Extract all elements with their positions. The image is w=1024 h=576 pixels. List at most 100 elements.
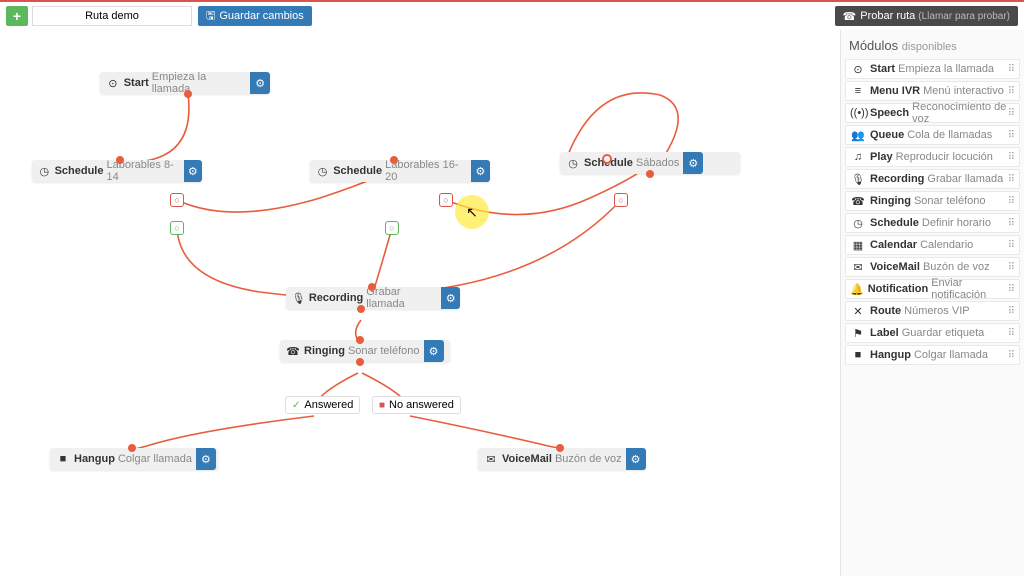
port-in[interactable] — [390, 156, 398, 164]
node-desc: Sábados — [636, 157, 679, 169]
node-desc: Colgar llamada — [118, 453, 192, 465]
port-in[interactable] — [356, 336, 364, 344]
test-sublabel: (Llamar para probar) — [918, 11, 1010, 22]
port-open[interactable]: ○ — [439, 193, 453, 207]
modules-list: ⊙StartEmpieza la llamada⠿≡Menu IVRMenú i… — [845, 59, 1020, 365]
mic-icon: 🎙 — [290, 292, 307, 305]
module-icon: ▦ — [850, 239, 866, 252]
clock-icon: ◷ — [564, 157, 582, 170]
module-icon: 🔔 — [850, 283, 864, 296]
route-name-input[interactable] — [32, 6, 192, 26]
gear-icon[interactable]: ⚙ — [626, 448, 646, 470]
port-out[interactable] — [184, 90, 192, 98]
module-menu-ivr[interactable]: ≡Menu IVRMenú interactivo⠿ — [845, 81, 1020, 101]
modules-sidebar: Módulos disponibles ⊙StartEmpieza la lla… — [840, 30, 1024, 576]
port-in[interactable] — [556, 444, 564, 452]
drag-handle-icon[interactable]: ⠿ — [1008, 284, 1015, 295]
gear-icon[interactable]: ⚙ — [424, 340, 444, 362]
module-name: Label — [870, 327, 899, 339]
port-in[interactable] — [116, 156, 124, 164]
node-title: Recording — [309, 292, 363, 304]
gear-icon[interactable]: ⚙ — [196, 448, 216, 470]
drag-handle-icon[interactable]: ⠿ — [1008, 86, 1015, 97]
module-desc: Colgar llamada — [914, 349, 988, 361]
module-notification[interactable]: 🔔NotificationEnviar notificación⠿ — [845, 279, 1020, 299]
test-route-button[interactable]: ☎ Probar ruta (Llamar para probar) — [835, 6, 1018, 26]
gear-icon[interactable]: ⚙ — [184, 160, 202, 182]
module-icon: ((•)) — [850, 107, 866, 119]
port-closed[interactable]: ○ — [170, 221, 184, 235]
drag-handle-icon[interactable]: ⠿ — [1008, 240, 1015, 251]
gear-icon[interactable]: ⚙ — [471, 160, 490, 182]
module-schedule[interactable]: ◷ScheduleDefinir horario⠿ — [845, 213, 1020, 233]
port-in[interactable] — [128, 444, 136, 452]
node-desc: Buzón de voz — [555, 453, 622, 465]
drag-handle-icon[interactable]: ⠿ — [1008, 196, 1015, 207]
drag-handle-icon[interactable]: ⠿ — [1008, 350, 1015, 361]
gear-icon[interactable]: ⚙ — [683, 152, 703, 174]
module-queue[interactable]: 👥QueueCola de llamadas⠿ — [845, 125, 1020, 145]
module-icon: ☎ — [850, 195, 866, 208]
label-text: No answered — [389, 399, 454, 411]
module-name: Route — [870, 305, 901, 317]
phone-icon: ☎ — [284, 345, 302, 358]
module-label[interactable]: ⚑LabelGuardar etiqueta⠿ — [845, 323, 1020, 343]
node-title: Hangup — [74, 453, 115, 465]
module-recording[interactable]: 🎙RecordingGrabar llamada⠿ — [845, 169, 1020, 189]
clock-icon: ◷ — [314, 165, 331, 178]
port-open[interactable]: ○ — [170, 193, 184, 207]
save-icon: 🖫 — [206, 7, 215, 26]
check-icon: ✓ — [292, 400, 300, 411]
save-button[interactable]: 🖫 Guardar cambios — [198, 6, 312, 26]
module-ringing[interactable]: ☎RingingSonar teléfono⠿ — [845, 191, 1020, 211]
port-closed[interactable]: ○ — [385, 221, 399, 235]
drag-handle-icon[interactable]: ⠿ — [1008, 152, 1015, 163]
module-calendar[interactable]: ▦CalendarCalendario⠿ — [845, 235, 1020, 255]
drag-handle-icon[interactable]: ⠿ — [1008, 328, 1015, 339]
drag-handle-icon[interactable]: ⠿ — [1008, 306, 1015, 317]
drag-handle-icon[interactable]: ⠿ — [1008, 108, 1015, 119]
drag-handle-icon[interactable]: ⠿ — [1008, 262, 1015, 273]
module-speech[interactable]: ((•))SpeechReconocimiento de voz⠿ — [845, 103, 1020, 123]
module-name: Menu IVR — [870, 85, 920, 97]
module-play[interactable]: ♫PlayReproducir locución⠿ — [845, 147, 1020, 167]
node-desc: Sonar teléfono — [348, 345, 420, 357]
drag-handle-icon[interactable]: ⠿ — [1008, 174, 1015, 185]
module-name: Schedule — [870, 217, 919, 229]
port-out[interactable] — [356, 358, 364, 366]
save-label: Guardar cambios — [219, 10, 303, 22]
flow-canvas[interactable]: ⊙ Start Empieza la llamada ⚙ ◷ Schedule … — [0, 30, 840, 576]
node-ringing[interactable]: ☎ Ringing Sonar teléfono ⚙ — [280, 340, 450, 362]
gear-icon[interactable]: ⚙ — [250, 72, 270, 94]
drag-handle-icon[interactable]: ⠿ — [1008, 64, 1015, 75]
module-start[interactable]: ⊙StartEmpieza la llamada⠿ — [845, 59, 1020, 79]
module-route[interactable]: ✕RouteNúmeros VIP⠿ — [845, 301, 1020, 321]
node-desc: Empieza la llamada — [152, 71, 247, 95]
module-name: VoiceMail — [870, 261, 920, 273]
node-title: Ringing — [304, 345, 345, 357]
node-schedule-2[interactable]: ◷ Schedule Laborables 16-20 ⚙ — [310, 160, 490, 182]
module-icon: ◷ — [850, 217, 866, 230]
module-name: Notification — [868, 283, 929, 295]
module-desc: Menú interactivo — [923, 85, 1004, 97]
module-icon: ■ — [850, 349, 866, 361]
add-button[interactable]: + — [6, 6, 28, 26]
port-open[interactable]: ○ — [614, 193, 628, 207]
module-hangup[interactable]: ■HangupColgar llamada⠿ — [845, 345, 1020, 365]
port-out[interactable] — [646, 170, 654, 178]
module-voicemail[interactable]: ✉VoiceMailBuzón de voz⠿ — [845, 257, 1020, 277]
port-ring[interactable] — [602, 154, 612, 164]
port-in[interactable] — [368, 283, 376, 291]
sidebar-title-main: Módulos — [849, 38, 898, 53]
mail-icon: ✉ — [482, 453, 500, 466]
drag-handle-icon[interactable]: ⠿ — [1008, 218, 1015, 229]
drag-handle-icon[interactable]: ⠿ — [1008, 130, 1015, 141]
module-name: Speech — [870, 107, 909, 119]
target-icon: ⊙ — [104, 77, 122, 90]
gear-icon[interactable]: ⚙ — [441, 287, 460, 309]
sidebar-title: Módulos disponibles — [845, 36, 1020, 59]
port-out[interactable] — [357, 305, 365, 313]
module-icon: ♫ — [850, 151, 866, 163]
module-icon: 👥 — [850, 129, 866, 142]
sidebar-title-sub: disponibles — [902, 41, 957, 53]
